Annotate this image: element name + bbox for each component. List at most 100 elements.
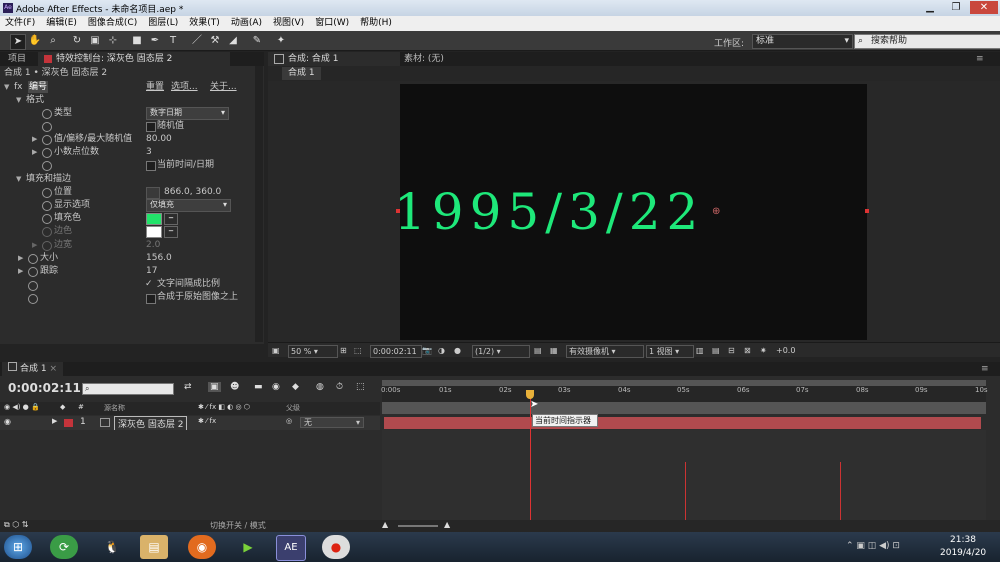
show-snapshot-icon[interactable]: ◑ xyxy=(438,345,445,356)
reset-exposure-icon[interactable]: ⊠ xyxy=(744,345,751,356)
rectangle-tool-icon[interactable]: ■ xyxy=(130,34,144,48)
snapshot-icon[interactable]: 📷 xyxy=(422,345,432,356)
effect-name[interactable]: 编号 xyxy=(28,81,49,93)
stopwatch-icon[interactable] xyxy=(42,188,52,198)
comp-mini-flowchart-icon[interactable]: ⇄ xyxy=(184,382,192,392)
refresh-app-icon[interactable]: ⟳ xyxy=(50,535,78,559)
stopwatch-icon[interactable] xyxy=(42,227,52,237)
close-icon[interactable]: × xyxy=(49,364,57,374)
stroke-color-swatch[interactable] xyxy=(146,226,162,238)
menu-composition[interactable]: 图像合成(C) xyxy=(83,16,143,31)
proportional-checkbox[interactable]: ✓ xyxy=(145,278,153,290)
menu-file[interactable]: 文件(F) xyxy=(0,16,41,31)
channel-icon[interactable]: ● xyxy=(454,345,461,356)
resolution-select[interactable]: (1/2) ▾ xyxy=(472,345,530,358)
panel-menu-icon[interactable]: ≡ xyxy=(975,362,995,376)
clone-stamp-tool-icon[interactable]: ⚒ xyxy=(208,34,222,48)
tab-timeline[interactable]: 合成 1 × xyxy=(2,362,64,376)
exposure-icon[interactable]: ✷ xyxy=(760,345,767,356)
qq-icon[interactable]: 🐧 xyxy=(98,535,126,559)
transparency-grid-icon[interactable]: ▦ xyxy=(550,345,558,356)
tab-effect-controls[interactable]: 特效控制台: 深灰色 固态层 2 xyxy=(38,52,230,66)
current-timecode[interactable]: 0:00:02:11 xyxy=(8,381,81,395)
graph-editor-toggle-icon[interactable]: ⬚ xyxy=(356,382,365,392)
brainstorm-icon[interactable]: ◆ xyxy=(292,382,299,392)
size-value[interactable]: 156.0 xyxy=(146,252,172,264)
layer-duration-bar[interactable] xyxy=(384,417,981,429)
fast-previews-icon[interactable]: ▤ xyxy=(534,345,542,356)
display-options-select[interactable]: 仅填充 ▾ xyxy=(146,199,231,212)
pen-tool-icon[interactable]: ✒ xyxy=(148,34,162,48)
camera-select[interactable]: 有效摄像机 ▾ xyxy=(566,345,644,358)
start-button-icon[interactable]: ⊞ xyxy=(4,535,32,559)
menu-window[interactable]: 窗口(W) xyxy=(310,16,355,31)
toggle-pixel-aspect-icon[interactable]: ▥ xyxy=(696,345,704,356)
system-tray-icons[interactable]: ⌃ ▣ ◫ ◀) ⊡ xyxy=(846,541,900,551)
record-icon[interactable]: ● xyxy=(322,535,350,559)
stopwatch-icon[interactable] xyxy=(28,267,38,277)
layer-search-input[interactable]: ⌕ xyxy=(82,383,174,395)
visibility-icon[interactable]: ◉ xyxy=(4,417,11,426)
footer-icons[interactable]: ⧉ ⬡ ⇅ xyxy=(4,520,29,530)
frame-blending-icon[interactable]: ▬ xyxy=(254,382,263,392)
stopwatch-icon[interactable] xyxy=(42,122,52,132)
expand-triangle-icon[interactable]: ▶ xyxy=(52,417,57,425)
region-of-interest-icon[interactable]: ⬚ xyxy=(354,345,362,356)
menu-layer[interactable]: 图层(L) xyxy=(143,16,184,31)
text-tool-icon[interactable]: T xyxy=(166,34,180,48)
random-checkbox[interactable] xyxy=(146,122,156,132)
always-preview-icon[interactable]: ▣ xyxy=(272,345,280,356)
camera-tool-icon[interactable]: ▣ xyxy=(88,34,102,48)
expand-triangle-icon[interactable]: ▶ xyxy=(18,254,23,262)
layer-row[interactable]: ◉ ▶ 1 深灰色 固态层 2 ✱ ⁄ fx ◎ 无 ▾ xyxy=(0,416,380,431)
parent-select[interactable]: 无 ▾ xyxy=(300,417,364,428)
firefox-icon[interactable]: ◉ xyxy=(188,535,216,559)
selection-tool-icon[interactable]: ➤ xyxy=(10,34,26,50)
expand-triangle-icon[interactable]: ▶ xyxy=(32,241,37,249)
pan-behind-tool-icon[interactable]: ⊹ xyxy=(106,34,120,48)
expand-triangle-icon[interactable]: ▶ xyxy=(18,267,23,275)
decimals-value[interactable]: 3 xyxy=(146,146,152,158)
layer-name[interactable]: 深灰色 固态层 2 xyxy=(114,416,188,431)
parent-pickwhip-icon[interactable]: ◎ xyxy=(286,417,292,425)
layer-switches-icons[interactable]: ✱ ⁄ fx xyxy=(198,417,216,425)
stopwatch-icon[interactable] xyxy=(42,161,52,171)
eyedropper-icon[interactable]: ━ xyxy=(164,226,178,238)
draft-3d-icon[interactable]: ▣ xyxy=(208,382,221,392)
layer-color-label[interactable] xyxy=(64,419,73,427)
after-effects-taskbar-button[interactable]: AE xyxy=(276,535,306,561)
zoom-tool-icon[interactable]: ⌕ xyxy=(46,34,60,48)
stopwatch-icon[interactable] xyxy=(42,214,52,224)
stopwatch-icon[interactable] xyxy=(42,135,52,145)
collapse-triangle-icon[interactable]: ▼ xyxy=(4,83,9,91)
format-triangle-icon[interactable]: ▼ xyxy=(16,96,21,104)
brush-tool-icon[interactable]: ／ xyxy=(190,34,204,48)
anchor-point-icon[interactable]: ⊕ xyxy=(712,206,720,217)
stopwatch-icon[interactable] xyxy=(42,148,52,158)
hand-tool-icon[interactable]: ✋ xyxy=(28,34,42,48)
menu-effect[interactable]: 效果(T) xyxy=(184,16,226,31)
timeline-track-area[interactable] xyxy=(382,430,986,520)
eraser-tool-icon[interactable]: ◢ xyxy=(226,34,240,48)
roto-brush-tool-icon[interactable]: ✎ xyxy=(250,34,264,48)
zoom-out-icon[interactable]: ▲ xyxy=(382,520,388,529)
crosshair-icon[interactable] xyxy=(146,187,160,199)
timeline-icon[interactable]: ▤ xyxy=(712,345,720,356)
help-search-input[interactable]: ⌕ 搜索帮助 xyxy=(854,34,1000,49)
rotate-tool-icon[interactable]: ↻ xyxy=(70,34,84,48)
file-explorer-icon[interactable]: ▤ xyxy=(140,535,168,559)
stopwatch-icon[interactable] xyxy=(28,281,38,291)
viewer-timecode[interactable]: 0:00:02:11 xyxy=(370,345,422,358)
zoom-in-icon[interactable]: ▲ xyxy=(444,520,450,529)
stopwatch-icon[interactable] xyxy=(42,109,52,119)
eyedropper-icon[interactable]: ━ xyxy=(164,213,178,225)
tracking-value[interactable]: 17 xyxy=(146,265,157,277)
toggle-switches-modes[interactable]: 切换开关 / 模式 xyxy=(210,520,266,531)
stopwatch-icon[interactable] xyxy=(28,254,38,264)
maximize-button[interactable]: ❐ xyxy=(944,1,968,14)
about-link[interactable]: 关于... xyxy=(210,81,237,93)
workspace-select[interactable]: 标准 ▾ xyxy=(752,34,853,49)
current-time-checkbox[interactable] xyxy=(146,161,156,171)
expand-triangle-icon[interactable]: ▶ xyxy=(32,148,37,156)
composite-checkbox[interactable] xyxy=(146,294,156,304)
